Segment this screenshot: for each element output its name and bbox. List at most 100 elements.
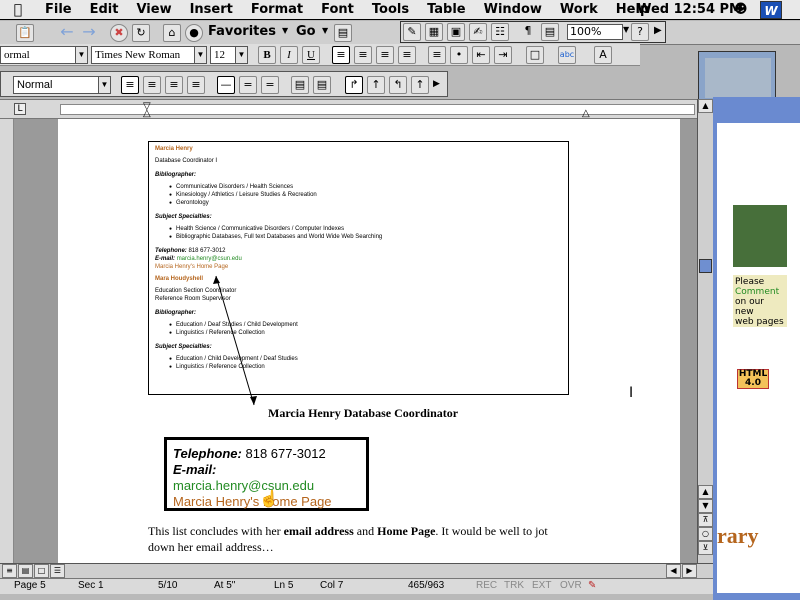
style-align-left-button[interactable]: ≡: [121, 76, 139, 94]
borders-icon[interactable]: □: [526, 46, 544, 64]
one-half-spacing-button[interactable]: =: [239, 76, 257, 94]
font-color-icon[interactable]: A: [594, 46, 612, 64]
font-size-dropdown-icon[interactable]: ▼: [235, 47, 247, 63]
style-toolbar-overflow-icon[interactable]: ▶: [433, 79, 440, 89]
italic-button[interactable]: I: [280, 46, 298, 64]
space-after-icon[interactable]: ▤: [313, 76, 331, 94]
document-page[interactable]: Marcia Henry Database Coordinator I Bibl…: [58, 119, 680, 563]
table-icon[interactable]: ▣: [447, 23, 465, 41]
application-menu-icon[interactable]: W: [760, 1, 782, 19]
globe-icon[interactable]: ●: [185, 24, 203, 42]
underline-button[interactable]: U: [302, 46, 320, 64]
status-ovr[interactable]: OVR: [560, 580, 582, 591]
align-left-button[interactable]: ≡: [332, 46, 350, 64]
menu-edit[interactable]: Edit: [81, 2, 128, 17]
bold-button[interactable]: B: [258, 46, 276, 64]
refresh-icon[interactable]: ↻: [132, 24, 150, 42]
pilcrow-icon[interactable]: ¶: [519, 23, 537, 41]
decimal-tab-button[interactable]: ↑: [411, 76, 429, 94]
menu-table[interactable]: Table: [418, 2, 475, 17]
highlight-icon[interactable]: abc: [558, 46, 576, 64]
document-area[interactable]: Marcia Henry Database Coordinator I Bibl…: [14, 119, 697, 563]
background-thumbnail-window[interactable]: [698, 51, 776, 103]
go-dropdown-icon[interactable]: ▼: [322, 26, 328, 35]
edit-icon[interactable]: ✍: [469, 23, 487, 41]
paragraph-style-select[interactable]: Normal ▼: [13, 76, 111, 94]
background-browser-window[interactable]: Please Comment on our new web pages HTML…: [713, 97, 800, 600]
ruler-track[interactable]: [60, 104, 695, 115]
normal-view-icon[interactable]: ≡: [2, 564, 17, 578]
scroll-left-icon[interactable]: ◀: [666, 564, 681, 578]
right-indent-marker[interactable]: △: [582, 108, 590, 119]
toolbar-overflow-icon[interactable]: ▶: [654, 25, 662, 36]
single-spacing-button[interactable]: —: [217, 76, 235, 94]
menu-work[interactable]: Work: [551, 2, 607, 17]
spelling-status-icon[interactable]: ✎: [588, 580, 596, 591]
left-tab-button[interactable]: ↱: [345, 76, 363, 94]
window-icon[interactable]: ▤: [334, 24, 352, 42]
balloon-help-icon[interactable]: ☻: [734, 2, 752, 17]
font-dropdown-icon[interactable]: ▼: [194, 47, 206, 63]
forward-arrow-icon[interactable]: →: [80, 24, 98, 42]
scroll-up-icon[interactable]: ▲: [698, 485, 713, 499]
favorites-menu[interactable]: Favorites: [208, 24, 276, 39]
scroll-up-icon[interactable]: ▲: [698, 99, 713, 113]
style-select[interactable]: ormal ▼: [0, 46, 88, 64]
status-ext[interactable]: EXT: [532, 580, 551, 591]
style-justify-button[interactable]: ≡: [187, 76, 205, 94]
style-align-right-button[interactable]: ≡: [165, 76, 183, 94]
justify-button[interactable]: ≡: [398, 46, 416, 64]
stop-icon[interactable]: ✖: [110, 24, 128, 42]
previous-page-icon[interactable]: ⊼: [698, 513, 713, 527]
columns-icon[interactable]: ☷: [491, 23, 509, 41]
space-before-icon[interactable]: ▤: [291, 76, 309, 94]
next-page-icon[interactable]: ⊻: [698, 541, 713, 555]
align-center-button[interactable]: ≡: [354, 46, 372, 64]
font-size-select[interactable]: 12 ▼: [210, 46, 248, 64]
decrease-indent-icon[interactable]: ⇤: [472, 46, 490, 64]
clipboard-icon[interactable]: 📋: [16, 24, 34, 42]
body-paragraph[interactable]: This list concludes with her email addre…: [148, 523, 568, 555]
favorites-dropdown-icon[interactable]: ▼: [282, 26, 288, 35]
menu-window[interactable]: Window: [475, 2, 551, 17]
scroll-right-icon[interactable]: ▶: [682, 564, 697, 578]
center-tab-button[interactable]: ↑: [367, 76, 385, 94]
menu-clock[interactable]: Wed 12:54 PM: [637, 2, 742, 17]
menu-tools[interactable]: Tools: [363, 2, 418, 17]
vertical-scrollbar[interactable]: ▲ ▲ ▼ ⊼ ○ ⊻: [697, 99, 713, 579]
page-layout-icon[interactable]: □: [34, 564, 49, 578]
paragraph-style-dropdown-icon[interactable]: ▼: [98, 77, 110, 93]
numbered-list-icon[interactable]: ≡: [428, 46, 446, 64]
align-right-button[interactable]: ≡: [376, 46, 394, 64]
scroll-down-icon[interactable]: ▼: [698, 499, 713, 513]
apple-menu-icon[interactable]: : [0, 2, 36, 18]
online-layout-icon[interactable]: ▤: [18, 564, 33, 578]
select-browse-object-icon[interactable]: ○: [698, 527, 713, 541]
font-select[interactable]: Times New Roman ▼: [91, 46, 207, 64]
status-trk[interactable]: TRK: [504, 580, 524, 591]
text-box-icon[interactable]: ▤: [541, 23, 559, 41]
tab-selector-icon[interactable]: L: [14, 103, 26, 115]
outline-view-icon[interactable]: ☰: [50, 564, 65, 578]
menu-insert[interactable]: Insert: [181, 2, 242, 17]
help-icon[interactable]: ?: [631, 23, 649, 41]
style-dropdown-icon[interactable]: ▼: [75, 47, 87, 63]
menu-view[interactable]: View: [127, 2, 180, 17]
home-icon[interactable]: ⌂: [163, 24, 181, 42]
horizontal-scrollbar[interactable]: ≡ ▤ □ ☰ ◀ ▶: [0, 563, 713, 578]
scroll-thumb[interactable]: [699, 259, 712, 273]
bulleted-list-icon[interactable]: •: [450, 46, 468, 64]
left-indent-marker[interactable]: △: [143, 108, 151, 119]
grid-icon[interactable]: ▦: [425, 23, 443, 41]
zoom-dropdown-icon[interactable]: ▼: [623, 25, 629, 34]
menu-font[interactable]: Font: [312, 2, 363, 17]
back-arrow-icon[interactable]: ←: [58, 24, 76, 42]
menu-file[interactable]: File: [36, 2, 81, 17]
double-spacing-button[interactable]: =: [261, 76, 279, 94]
style-align-center-button[interactable]: ≡: [143, 76, 161, 94]
menu-format[interactable]: Format: [242, 2, 312, 17]
zoom-field[interactable]: 100%: [567, 24, 623, 40]
go-menu[interactable]: Go: [296, 24, 316, 39]
horizontal-ruler[interactable]: L ▽ △ △: [0, 99, 713, 119]
right-tab-button[interactable]: ↰: [389, 76, 407, 94]
